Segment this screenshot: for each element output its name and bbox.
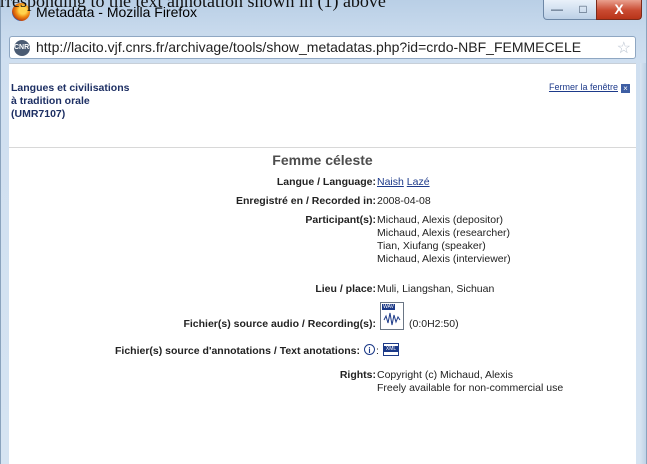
- language-link-laze[interactable]: Lazé: [407, 176, 430, 188]
- participant-1: Michaud, Alexis (depositor): [377, 214, 504, 226]
- place-value: Muli, Liangshan, Sichuan: [377, 283, 495, 295]
- date-value: 2008-04-08: [377, 195, 431, 207]
- lab-name-line1: Langues et civilisations: [11, 82, 130, 94]
- place-label: Lieu / place:: [315, 283, 376, 295]
- close-x-icon[interactable]: ×: [621, 84, 630, 93]
- window-right-edge: [640, 63, 646, 464]
- rights-line-2: Freely available for non-commercial use: [377, 382, 564, 394]
- place-row: Lieu / place: Muli, Liangshan, Sichuan: [9, 283, 636, 297]
- participants-label: Participant(s):: [305, 214, 376, 226]
- close-window-link[interactable]: Fermer la fenêtre ×: [549, 82, 630, 93]
- lab-name: Langues et civilisations à tradition ora…: [11, 82, 129, 121]
- address-bar[interactable]: CNRS http://lacito.vjf.cnrs.fr/archivage…: [9, 36, 636, 59]
- waveform-icon: [383, 312, 401, 326]
- audio-label: Fichier(s) source audio / Recording(s):: [183, 318, 376, 330]
- page-title: Femme céleste: [272, 152, 373, 168]
- date-row: Enregistré en / Recorded in: 2008-04-08: [9, 195, 636, 209]
- audio-row: Fichier(s) source audio / Recording(s): …: [9, 300, 636, 332]
- language-row: Langue / Language: Naish Lazé: [9, 176, 636, 190]
- participant-2: Michaud, Alexis (researcher): [377, 227, 511, 239]
- rights-row: Rights: Copyright (c) Michaud, Alexis Fr…: [9, 369, 636, 397]
- browser-window: Metadata - Mozilla Firefox — □ X CNRS ht…: [0, 0, 647, 464]
- site-identity-icon[interactable]: CNRS: [14, 40, 34, 56]
- info-icon[interactable]: i: [364, 344, 375, 355]
- url-text[interactable]: http://lacito.vjf.cnrs.fr/archivage/tool…: [36, 39, 611, 55]
- rights-label: Rights:: [339, 369, 376, 381]
- bookmark-star-icon[interactable]: ☆: [617, 38, 631, 58]
- rights-line-1: Copyright (c) Michaud, Alexis: [377, 369, 513, 381]
- xml-file-icon-tag: XML: [384, 346, 398, 352]
- participants-row: Participant(s): Michaud, Alexis (deposit…: [9, 214, 636, 270]
- lab-name-line3: (UMR7107): [11, 108, 66, 120]
- lab-name-line2: à tradition orale: [11, 95, 90, 107]
- language-values: Naish Lazé: [377, 176, 430, 189]
- annotations-row: Fichier(s) source d'annotations / Text a…: [9, 343, 636, 359]
- xml-file-icon[interactable]: XML: [383, 343, 399, 356]
- annotations-colon: :: [376, 345, 379, 357]
- close-window-link-text[interactable]: Fermer la fenêtre: [549, 82, 618, 92]
- participant-3: Tian, Xiufang (speaker): [377, 240, 486, 252]
- wav-file-icon[interactable]: WAV: [380, 302, 404, 330]
- document-caption: rresponding to the text annotation shown…: [0, 0, 386, 11]
- language-link-naish[interactable]: Naish: [377, 176, 404, 188]
- header-divider: [9, 147, 636, 148]
- participant-4: Michaud, Alexis (interviewer): [377, 253, 511, 265]
- date-label: Enregistré en / Recorded in:: [235, 195, 376, 207]
- annotations-label: Fichier(s) source d'annotations / Text a…: [115, 345, 360, 357]
- audio-duration: (0:0H2:50): [409, 318, 459, 330]
- page-content: Langues et civilisations à tradition ora…: [9, 63, 636, 464]
- language-label: Langue / Language:: [276, 176, 376, 188]
